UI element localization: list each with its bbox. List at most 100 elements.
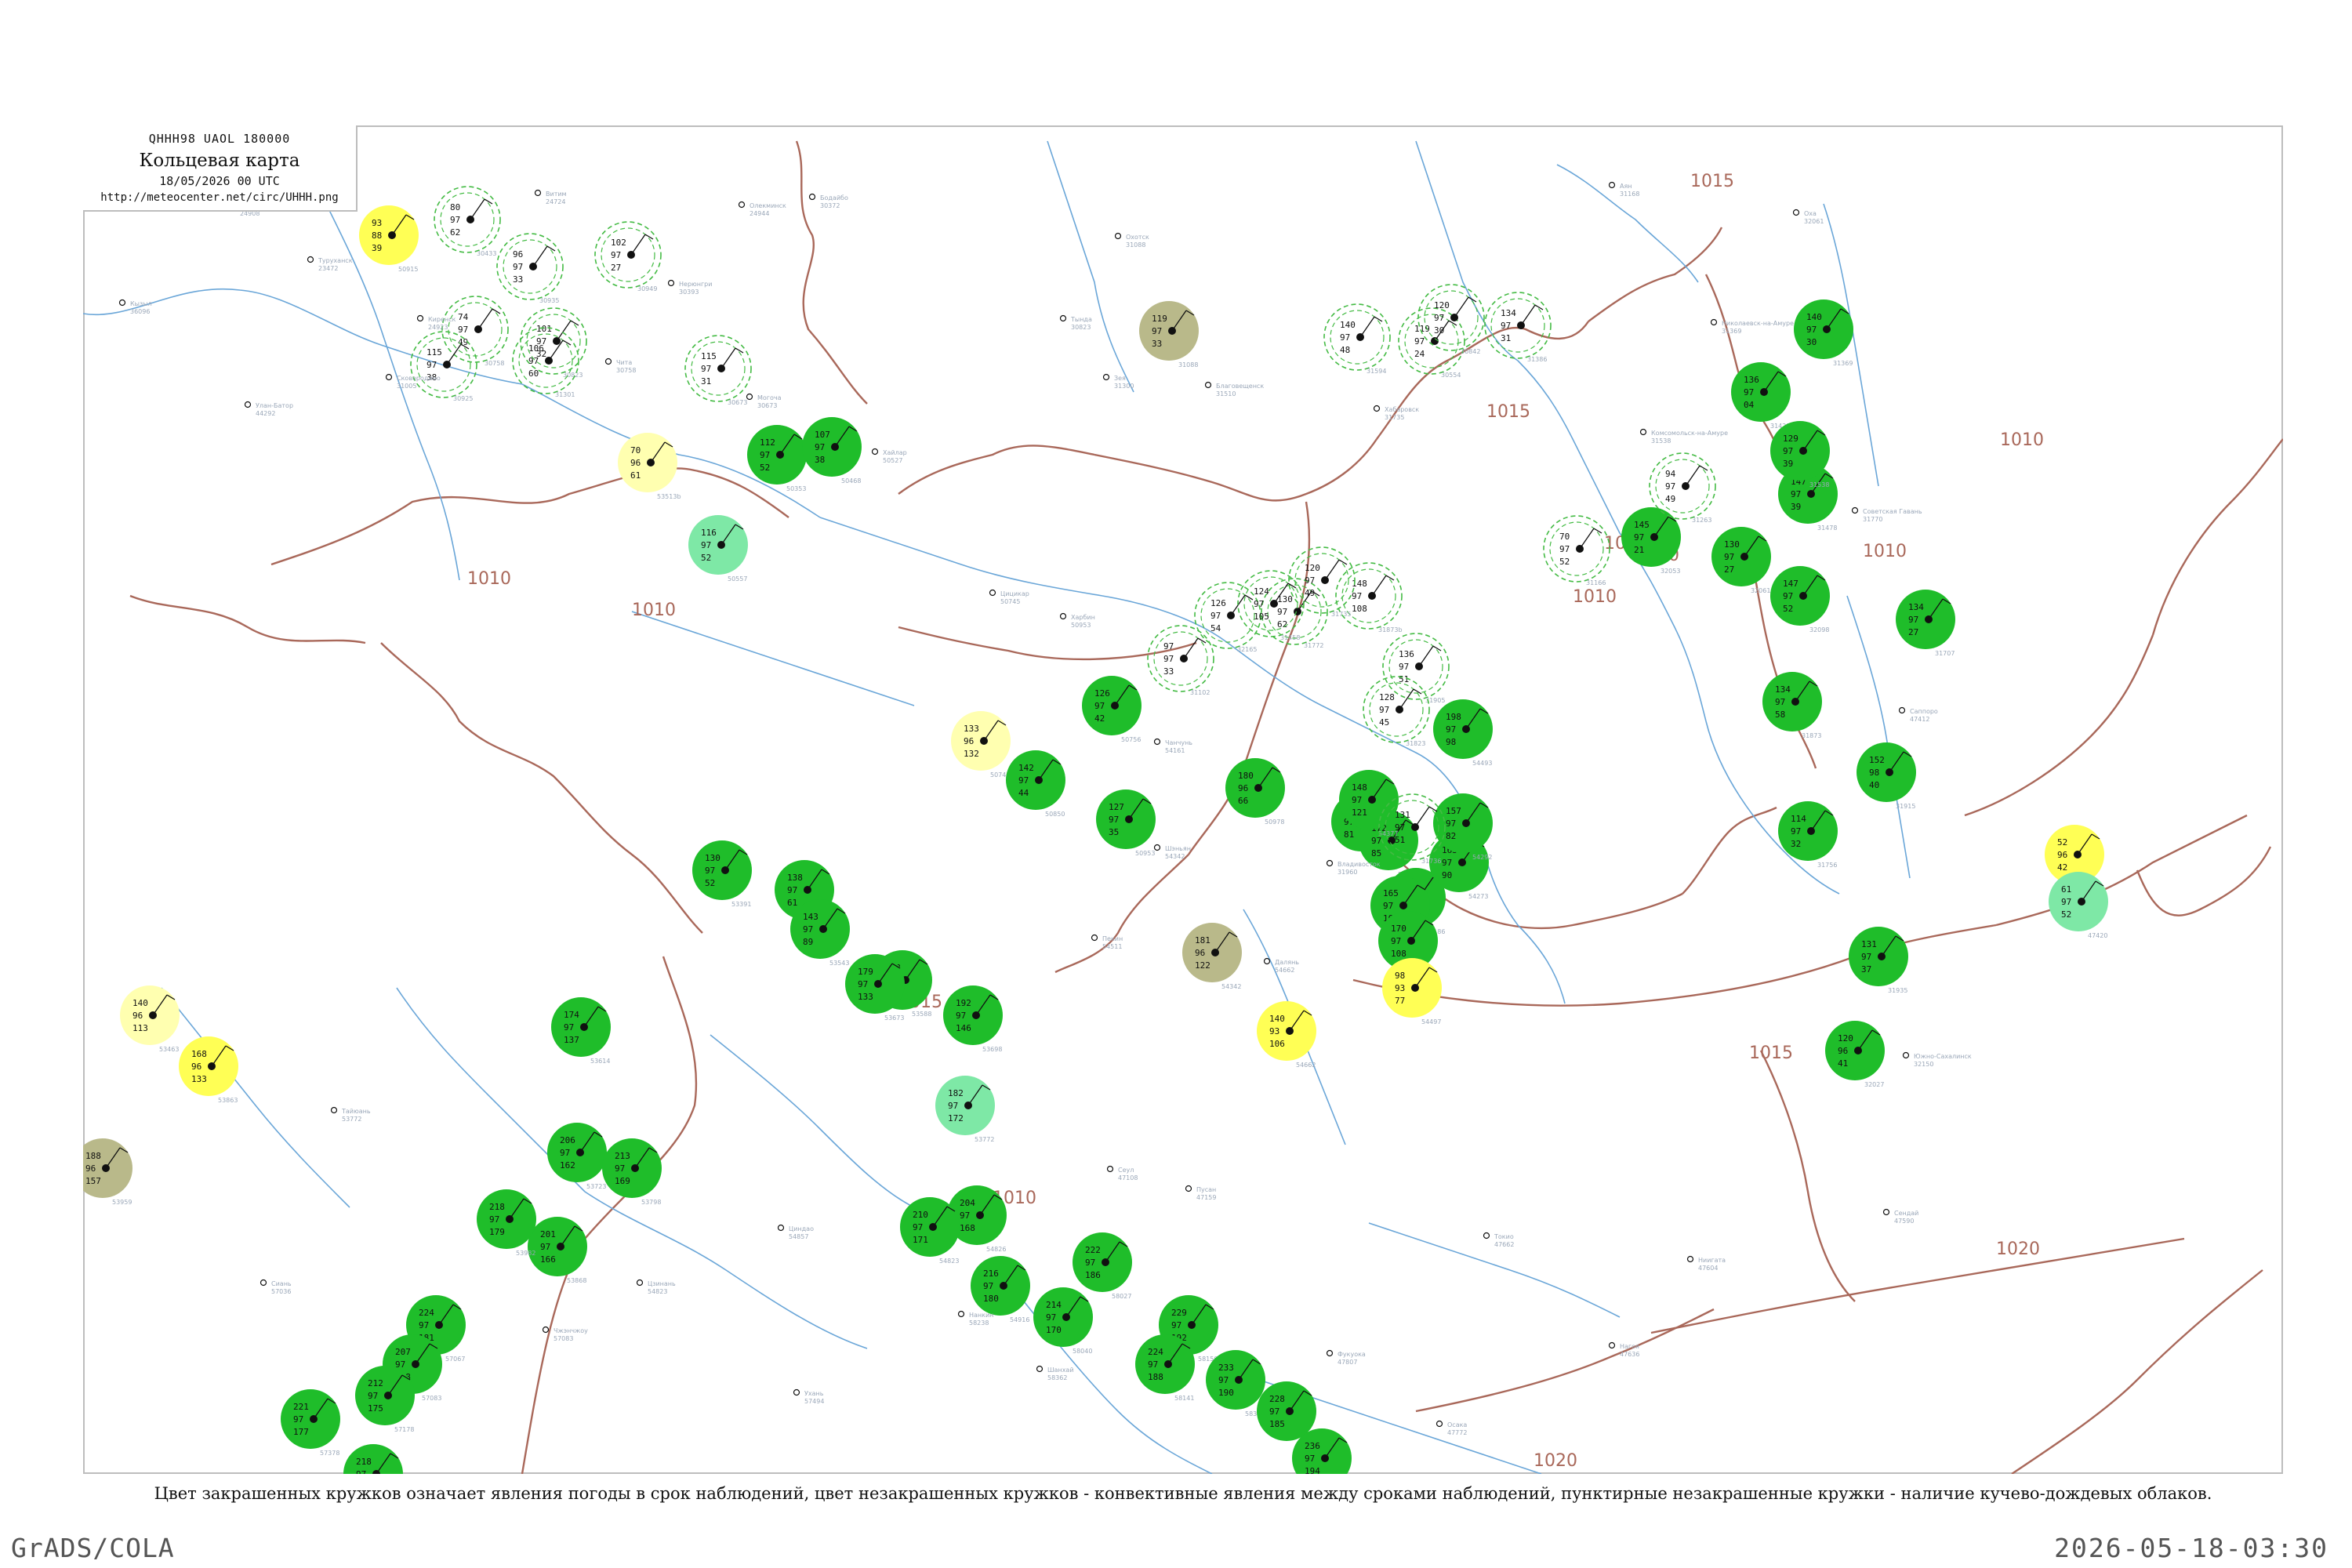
station-marker-31386[interactable]: 134 97 31 31386 bbox=[1484, 292, 1552, 363]
station-label[interactable]: Хабаровск31735 bbox=[1373, 405, 1420, 422]
station-marker-57290[interactable]: 2189718457290 bbox=[343, 1444, 403, 1474]
station-marker-53798[interactable]: 213 97 169 53798 bbox=[602, 1138, 662, 1206]
station-marker-58040[interactable]: 214 97 170 58040 bbox=[1033, 1287, 1093, 1355]
station-label[interactable]: Пекин54511 bbox=[1091, 934, 1123, 951]
station-label[interactable]: Южно-Сахалинск32150 bbox=[1902, 1051, 1972, 1069]
station-label[interactable]: Туруханск23472 bbox=[307, 256, 353, 273]
station-marker-31707[interactable]: 134 97 27 31707 bbox=[1896, 590, 1955, 657]
station-marker-30935[interactable]: 96 97 33 30935 bbox=[496, 233, 564, 304]
station-label[interactable]: Советская Гавань31770 bbox=[1851, 506, 1922, 524]
station-label[interactable]: Аян31168 bbox=[1608, 181, 1640, 198]
station-marker-53959[interactable]: 188 96 157 53959 bbox=[83, 1138, 132, 1206]
station-marker-50850[interactable]: 142 97 44 50850 bbox=[1006, 750, 1065, 818]
station-marker-50557[interactable]: 116 97 52 50557 bbox=[688, 515, 748, 583]
station-marker-53513b[interactable]: 70 96 61 53513b bbox=[618, 433, 681, 500]
station-marker-31594[interactable]: 140 97 48 31594 bbox=[1323, 303, 1391, 375]
station-marker-31421[interactable]: 136970431421 bbox=[1731, 362, 1791, 430]
station-marker-50915[interactable]: 93 88 39 50915 bbox=[359, 205, 419, 273]
station-marker-31166[interactable]: 70 97 52 31166 bbox=[1543, 515, 1610, 586]
station-marker-53673[interactable]: 179 97 133 53673 bbox=[845, 954, 905, 1022]
station-marker-54493[interactable]: 198 97 98 54493 bbox=[1433, 699, 1493, 767]
station-marker-58141[interactable]: 224 97 188 58141 bbox=[1135, 1334, 1195, 1402]
station-marker-31935[interactable]: 131 97 37 31935 bbox=[1849, 927, 1908, 994]
station-marker-53698[interactable]: 192 97 146 53698 bbox=[943, 985, 1003, 1053]
station-label[interactable]: Улан-Батор44292 bbox=[244, 401, 294, 418]
station-label[interactable]: Далянь54662 bbox=[1263, 957, 1300, 975]
station-marker-31458[interactable]: 124 97 105 31458 bbox=[1237, 570, 1305, 641]
station-label[interactable]: Ниигата47604 bbox=[1686, 1255, 1726, 1272]
station-marker-54823[interactable]: 210 97 171 54823 bbox=[900, 1197, 960, 1265]
station-marker-53863[interactable]: 168 96 133 53863 bbox=[179, 1036, 238, 1104]
station-marker-31873b[interactable]: 1489710831873b bbox=[1335, 562, 1403, 633]
station-marker-50953[interactable]: 127 97 35 50953 bbox=[1096, 789, 1156, 857]
station-marker-32061[interactable]: 130 97 27 32061 bbox=[1711, 527, 1771, 594]
station-label[interactable]: Цзинань54823 bbox=[636, 1279, 677, 1296]
station-marker-30673[interactable]: 115 97 31 30673 bbox=[684, 335, 752, 406]
station-label[interactable]: Тында30823 bbox=[1059, 314, 1092, 332]
station-label[interactable]: Оха32061 bbox=[1792, 209, 1824, 226]
station-marker-57378[interactable]: 221 97 177 57378 bbox=[281, 1389, 340, 1457]
station-marker-50353[interactable]: 112 97 52 50353 bbox=[747, 425, 807, 492]
station-label[interactable]: Чанчунь54161 bbox=[1153, 738, 1193, 755]
station-label[interactable]: Сендай47590 bbox=[1882, 1208, 1919, 1225]
station-label[interactable]: Кызыл36096 bbox=[118, 299, 152, 316]
station-label[interactable]: Нерюнгри30393 bbox=[667, 279, 713, 296]
station-label[interactable]: Охотск31088 bbox=[1114, 232, 1149, 249]
station-marker-54497[interactable]: 98 93 77 54497 bbox=[1382, 958, 1442, 1025]
station-marker-54342[interactable]: 181 96 122 54342 bbox=[1182, 923, 1242, 990]
station-marker-50468[interactable]: 107 97 38 50468 bbox=[802, 417, 862, 485]
synoptic-map[interactable]: 1015101510151015101510101010101010101010… bbox=[83, 125, 2283, 1474]
station-marker-53463[interactable]: 140 96 113 53463 bbox=[120, 985, 180, 1053]
station-label[interactable]: Бодайбо30372 bbox=[808, 193, 848, 210]
station-label[interactable]: Нанкин58238 bbox=[957, 1310, 994, 1327]
station-label[interactable]: Тайюань53772 bbox=[330, 1106, 371, 1123]
station-label[interactable]: Осака47772 bbox=[1436, 1420, 1468, 1437]
station-label[interactable]: Зея31300 bbox=[1102, 373, 1134, 390]
station-label[interactable]: Цицикар50745 bbox=[989, 589, 1029, 606]
station-marker-31756[interactable]: 114 97 32 31756 bbox=[1778, 801, 1838, 869]
station-marker-53868[interactable]: 201 97 166 53868 bbox=[528, 1217, 587, 1284]
station-label[interactable]: Фукуока47807 bbox=[1326, 1349, 1366, 1367]
station-label[interactable]: Николаевск-на-Амуре31369 bbox=[1710, 318, 1795, 336]
station-marker-54662[interactable]: 140 93 106 54662 bbox=[1257, 1001, 1316, 1069]
station-label[interactable]: Пусан47159 bbox=[1185, 1185, 1217, 1202]
station-marker-50742[interactable]: 1339613250742 bbox=[951, 711, 1011, 779]
station-marker-53772[interactable]: 182 97 172 53772 bbox=[935, 1076, 995, 1143]
station-marker-53543[interactable]: 143 97 89 53543 bbox=[790, 899, 850, 967]
station-label[interactable]: Сеул47108 bbox=[1106, 1165, 1138, 1182]
station-marker-57178[interactable]: 212 97 175 57178 bbox=[355, 1366, 415, 1433]
station-label[interactable]: Благовещенск31510 bbox=[1204, 381, 1265, 398]
station-marker-32027[interactable]: 120 96 41 32027 bbox=[1825, 1021, 1885, 1088]
source-url[interactable]: http://meteocenter.net/circ/UHHH.png bbox=[83, 191, 356, 204]
station-marker-32098[interactable]: 147 97 52 32098 bbox=[1770, 566, 1830, 633]
station-marker-31102[interactable]: 97 97 33 31102 bbox=[1147, 625, 1214, 696]
station-marker-30433[interactable]: 80 97 62 30433 bbox=[434, 186, 501, 257]
station-marker-58314[interactable]: 2339719058314 bbox=[1206, 1350, 1265, 1417]
station-marker-53614[interactable]: 174 97 137 53614 bbox=[551, 997, 611, 1065]
station-marker-31369[interactable]: 140 97 30 31369 bbox=[1794, 299, 1853, 367]
station-label[interactable]: Чита30758 bbox=[604, 358, 637, 375]
station-label[interactable]: Олекминск24944 bbox=[738, 201, 787, 218]
station-marker-53391[interactable]: 130 97 52 53391 bbox=[692, 840, 752, 908]
station-label[interactable]: Витим24724 bbox=[534, 189, 567, 206]
station-marker-31915[interactable]: 152 98 40 31915 bbox=[1857, 742, 1916, 810]
station-label[interactable]: Харбин50953 bbox=[1059, 612, 1095, 630]
station-marker-31823[interactable]: 128 97 45 31823 bbox=[1363, 676, 1430, 747]
station-label[interactable]: Сиань57036 bbox=[260, 1279, 292, 1296]
station-label[interactable]: Могоча30673 bbox=[746, 393, 782, 410]
station-label[interactable]: Циндао54857 bbox=[777, 1224, 815, 1241]
station-label[interactable]: Киренск24923 bbox=[416, 314, 456, 332]
station-marker-58027[interactable]: 222 97 186 58027 bbox=[1073, 1232, 1132, 1300]
station-label[interactable]: Ухань57494 bbox=[793, 1388, 825, 1406]
station-label[interactable]: Саппоро47412 bbox=[1898, 706, 1938, 724]
station-marker-53982[interactable]: 218 97 179 53982 bbox=[477, 1189, 536, 1257]
station-marker-47420[interactable]: 61 97 52 47420 bbox=[2049, 872, 2108, 939]
station-label[interactable]: Хайлар50527 bbox=[871, 448, 907, 465]
station-marker-53723[interactable]: 206 97 162 53723 bbox=[547, 1123, 607, 1190]
station-marker-31873[interactable]: 134 97 58 31873 bbox=[1762, 672, 1822, 739]
station-label[interactable]: Владивосток31960 bbox=[1326, 859, 1381, 877]
station-marker-50756[interactable]: 126 97 42 50756 bbox=[1082, 676, 1142, 743]
station-label[interactable]: Шанхай58362 bbox=[1036, 1365, 1074, 1382]
station-marker-50978[interactable]: 180 96 66 50978 bbox=[1225, 758, 1285, 826]
station-marker-31088[interactable]: 119 97 33 31088 bbox=[1139, 301, 1199, 368]
